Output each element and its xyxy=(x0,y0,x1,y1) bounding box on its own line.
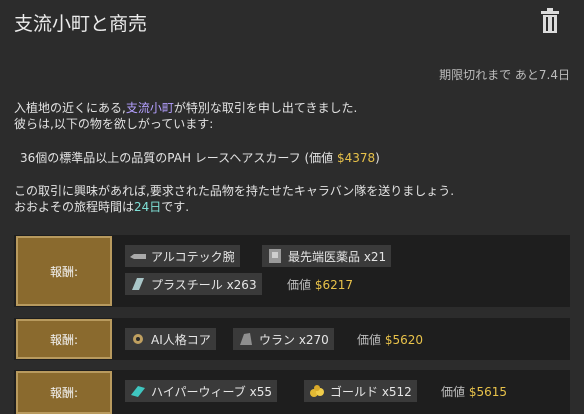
faction-name: 支流小町 xyxy=(125,101,174,115)
plasteel-icon xyxy=(132,278,144,290)
closing-line-2: おおよその旅程時間は24日です. xyxy=(14,200,190,214)
reward-value: 価値 $5615 xyxy=(441,385,508,399)
reward-item[interactable]: ハイパーウィーブ x55 xyxy=(125,380,277,402)
reward-item[interactable]: アルコテック腕 xyxy=(125,245,240,267)
uranium-icon xyxy=(240,333,252,345)
intro-line-2: 彼らは,以下の物を欲しがっています: xyxy=(14,117,214,131)
reward-item[interactable]: ゴールド x512 xyxy=(304,380,417,402)
request-price: $4378 xyxy=(336,151,376,165)
request-line: 36個の標準品以上の品質のPAH レースヘアスカーフ (価値 $4378) xyxy=(20,151,380,165)
hyperweave-icon xyxy=(131,386,145,397)
expiry-text: 期限切れまで あと7.4日 xyxy=(439,68,570,82)
reward-button-2[interactable]: 報酬: xyxy=(16,319,112,359)
ai-core-icon xyxy=(133,334,143,344)
reward-item[interactable]: 最先端医薬品 x21 xyxy=(262,245,392,267)
reward-item[interactable]: ウラン x270 xyxy=(233,328,334,350)
trash-icon[interactable] xyxy=(539,8,561,34)
reward-row-2: 報酬: AI人格コア ウラン x270 価値 $5620 xyxy=(14,318,570,360)
travel-days: 24日 xyxy=(134,200,162,214)
medicine-icon xyxy=(269,249,281,263)
intro-line-1: 入植地の近くにある,支流小町が特別な取引を申し出てきました. xyxy=(14,101,358,115)
reward-row-1: 報酬: アルコテック腕 最先端医薬品 x21 プラスチール x263 価値 $6… xyxy=(14,235,570,307)
reward-value: 価値 $6217 xyxy=(287,278,354,292)
closing-line-1: この取引に興味があれば,要求された品物を持たせたキャラバン隊を送りましょう. xyxy=(14,184,455,198)
dialog-title: 支流小町と商売 xyxy=(14,13,148,35)
reward-value: 価値 $5620 xyxy=(357,333,424,347)
reward-item[interactable]: プラスチール x263 xyxy=(125,273,262,295)
reward-button-1[interactable]: 報酬: xyxy=(16,236,112,306)
gold-icon xyxy=(310,385,324,397)
bionic-arm-icon xyxy=(130,254,146,259)
reward-item[interactable]: AI人格コア xyxy=(125,328,216,350)
reward-row-3: 報酬: ハイパーウィーブ x55 ゴールド x512 価値 $5615 xyxy=(14,370,570,414)
reward-button-3[interactable]: 報酬: xyxy=(16,371,112,414)
